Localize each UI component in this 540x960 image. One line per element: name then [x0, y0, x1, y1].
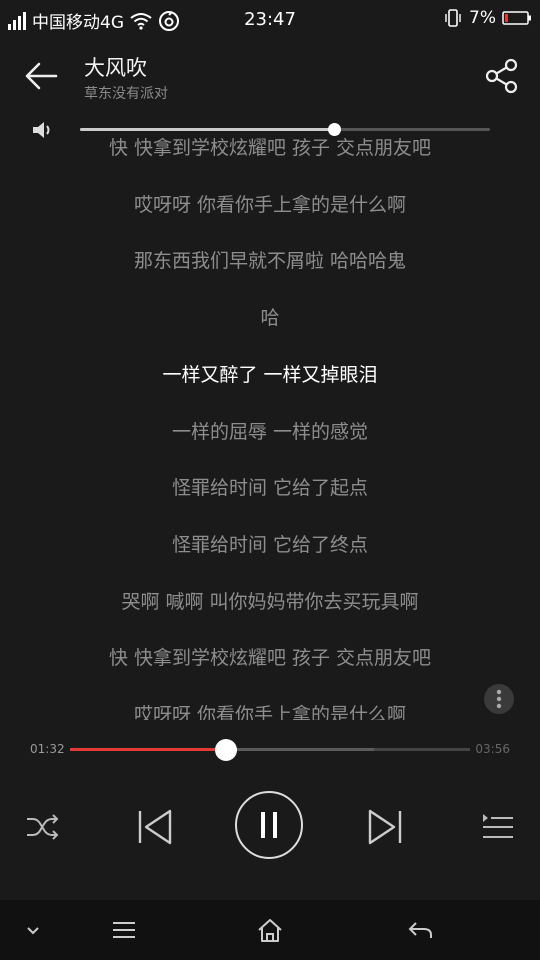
- share-icon: [485, 58, 518, 94]
- lyric-line: 哎呀呀 你看你手上拿的是什么啊: [133, 193, 407, 216]
- previous-button[interactable]: [132, 805, 176, 849]
- previous-icon: [138, 809, 172, 845]
- next-button[interactable]: [364, 805, 408, 849]
- player-header: 大风吹 草东没有派对: [0, 40, 540, 110]
- collapse-button[interactable]: [16, 914, 50, 946]
- lyric-line-active: 一样又醉了 一样又掉眼泪: [162, 363, 378, 386]
- pause-button[interactable]: [235, 791, 303, 859]
- artist-name: 草东没有派对: [84, 86, 168, 102]
- lyric-line: 哭啊 喊啊 叫你妈妈带你去买玩具啊: [121, 590, 419, 613]
- home-icon: [258, 919, 282, 942]
- lyric-line: 怪罪给时间 它给了起点: [171, 477, 369, 500]
- more-vertical-icon: [496, 689, 502, 709]
- lyric-line: 哎呀呀 你看你手上拿的是什么啊: [133, 704, 407, 720]
- progress-bar[interactable]: [70, 739, 470, 761]
- volume-fill: [80, 128, 335, 131]
- playlist-button[interactable]: [478, 807, 518, 847]
- back-button[interactable]: [22, 56, 62, 96]
- share-button[interactable]: [482, 56, 522, 96]
- total-time: 03:56: [475, 742, 510, 756]
- playlist-icon: [483, 814, 513, 838]
- next-icon: [368, 809, 402, 845]
- shuffle-button[interactable]: [22, 807, 62, 847]
- status-right: 7%: [443, 8, 532, 28]
- more-button[interactable]: [484, 684, 514, 714]
- status-bar: 中国移动4G 23:47 7%: [0, 0, 540, 38]
- vibrate-icon: [445, 9, 461, 27]
- lyric-line: 怪罪给时间 它给了终点: [171, 533, 369, 556]
- menu-button[interactable]: [107, 914, 141, 946]
- back-arrow-icon: [25, 62, 58, 90]
- lyric-line: 快 快拿到学校炫耀吧 孩子 交点朋友吧: [108, 647, 432, 670]
- return-icon: [408, 922, 432, 938]
- home-button[interactable]: [253, 914, 287, 946]
- return-button[interactable]: [403, 914, 437, 946]
- current-time: 01:32: [30, 742, 65, 756]
- lyric-line: 快 快拿到学校炫耀吧 孩子 交点朋友吧: [108, 137, 432, 159]
- battery-label: 7%: [469, 8, 496, 28]
- lyric-line: 一样的屈辱 一样的感觉: [171, 420, 369, 443]
- playback-controls: [0, 785, 540, 870]
- progress-row: 01:32 03:56: [0, 735, 540, 765]
- battery-icon: [502, 11, 531, 25]
- chevron-down-icon: [27, 927, 39, 935]
- menu-icon: [113, 922, 135, 938]
- progress-fill: [70, 748, 226, 751]
- lyric-line: 哈: [260, 307, 280, 330]
- volume-slider[interactable]: [80, 123, 490, 136]
- pause-icon: [261, 812, 277, 838]
- song-title: 大风吹: [84, 56, 147, 80]
- lyric-line: 那东西我们早就不屑啦 哈哈哈鬼: [133, 250, 407, 273]
- system-nav-bar: [0, 900, 540, 960]
- shuffle-icon: [27, 814, 59, 840]
- progress-knob[interactable]: [215, 739, 237, 761]
- lyrics-panel[interactable]: 快 快拿到学校炫耀吧 孩子 交点朋友吧 哎呀呀 你看你手上拿的是什么啊 那东西我们早…: [0, 135, 540, 720]
